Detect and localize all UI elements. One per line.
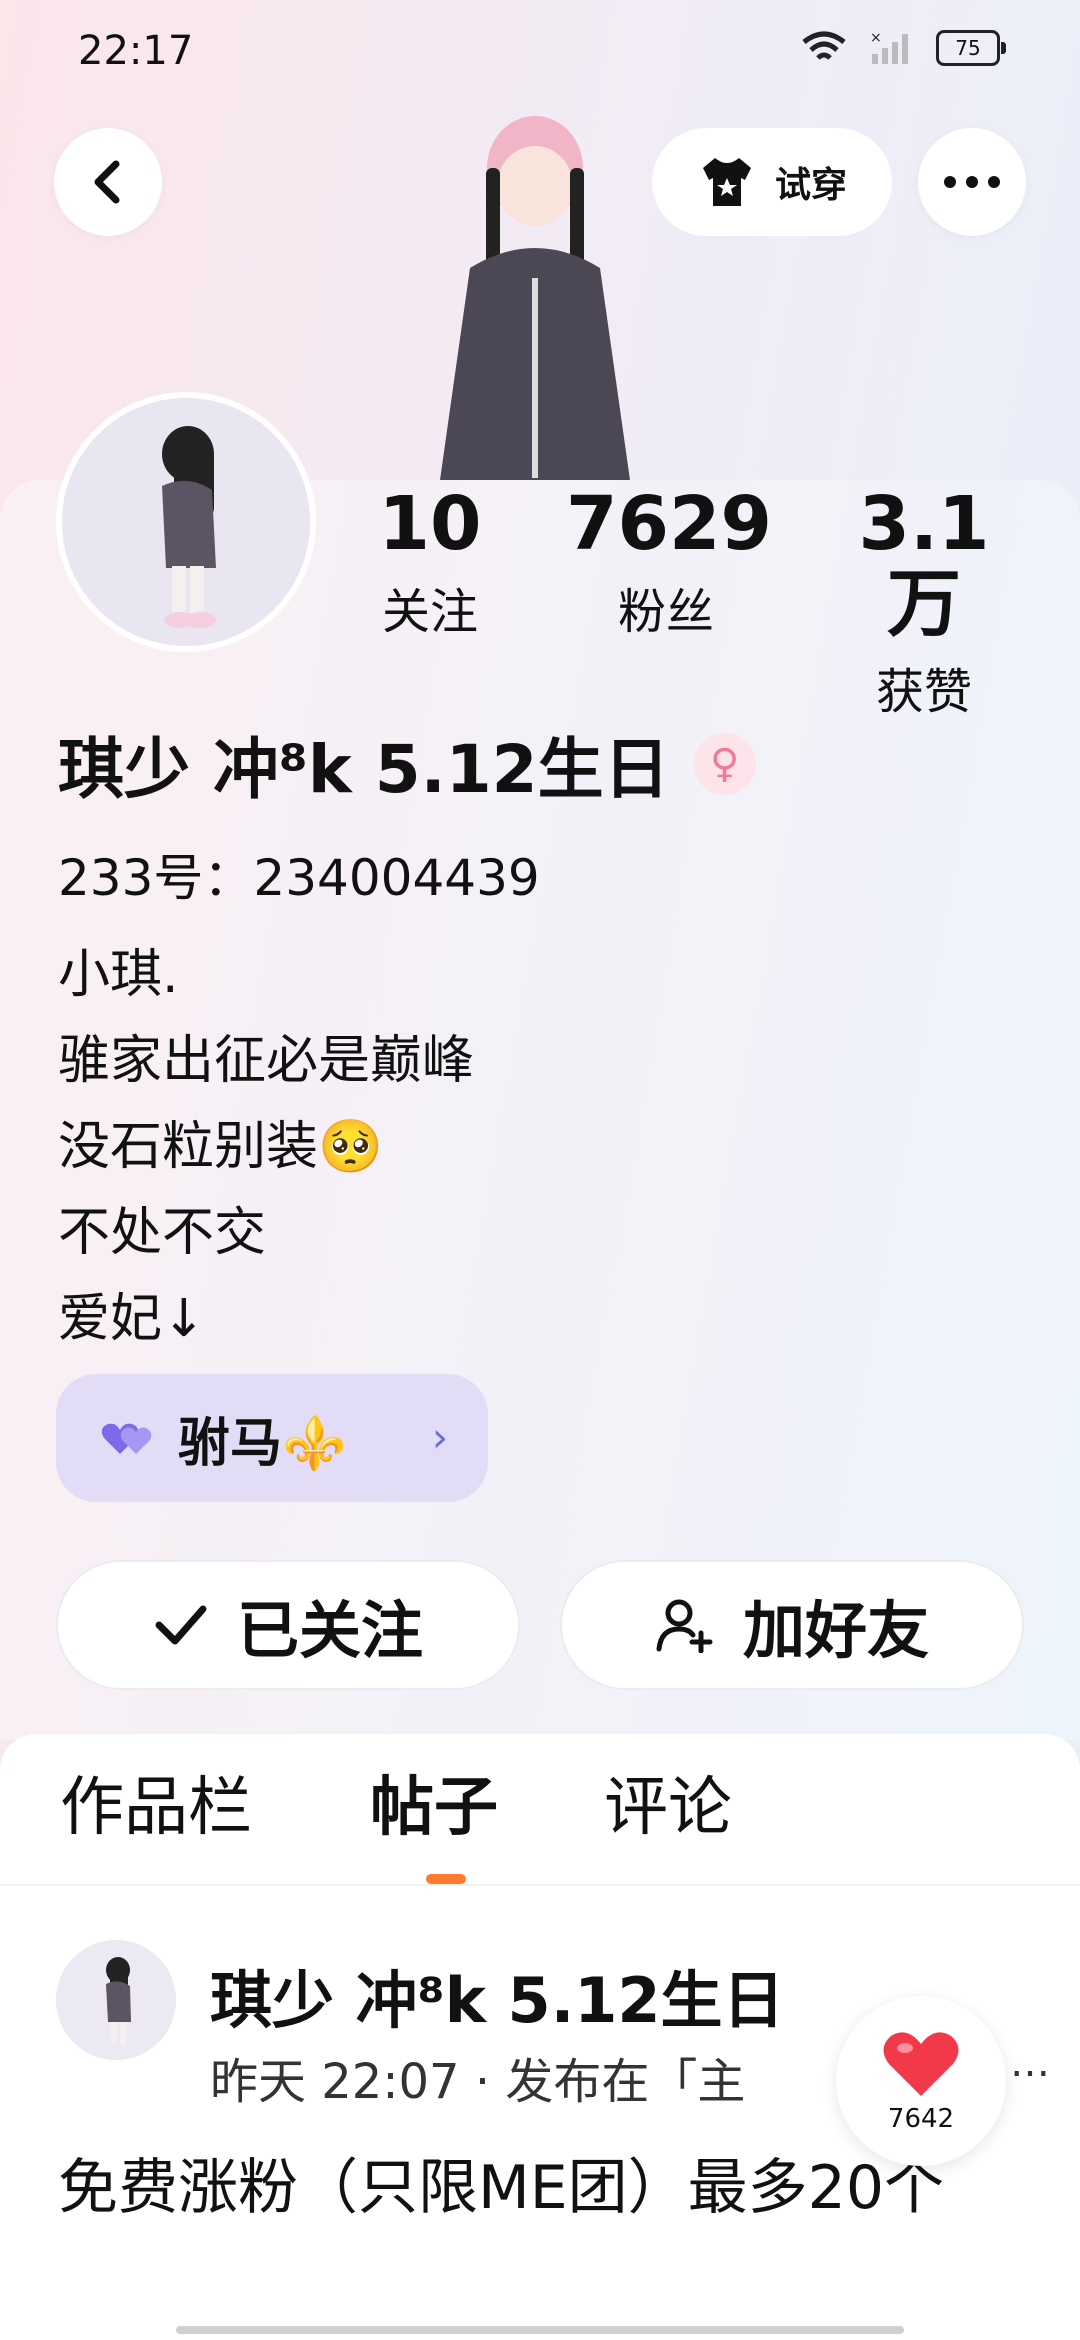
double-heart-icon [101,1423,152,1454]
post-meta: 昨天 22:07 · 发布在「主 [210,2054,746,2110]
bio-line: 小琪. [58,945,179,1005]
add-friend-button[interactable]: 加好友 [560,1560,1024,1690]
like-count: 7642 [887,2104,955,2134]
post-author-avatar[interactable] [56,1940,176,2060]
more-icon [944,176,1000,188]
chevron-right-icon: › [432,1415,448,1461]
stat-followers[interactable]: 7629 粉丝 [566,481,772,640]
signal-icon: × [870,30,908,64]
tabs-divider [0,1884,1080,1886]
following-label: 关注 [381,584,478,640]
add-friend-label: 加好友 [742,1594,929,1667]
avatar-image [62,398,310,646]
tab-indicator [426,1874,466,1884]
bio-line: 骓家出征必是巅峰 [58,1031,475,1091]
avatar-image [56,1940,176,2060]
profile-name-row: 琪少 冲⁸k 5.12生日 ♀ [58,716,756,812]
tshirt-icon [702,158,751,206]
wifi-icon [802,31,846,60]
like-button[interactable]: 7642 [836,1996,1006,2166]
post-more-button[interactable]: … [1010,2040,1050,2086]
svg-text:×: × [870,30,882,46]
likes-count: 3.1万 [858,481,990,647]
bio-line: 不处不交 [58,1203,267,1263]
female-icon: ♀ [693,733,756,795]
relationship-tag[interactable]: 驸马⚜️ › [56,1374,488,1502]
home-indicator [176,2326,904,2334]
followed-label: 已关注 [236,1594,423,1667]
user-id: 233号：234004439 [58,849,540,907]
bio-line: 爱妃↓ [58,1289,206,1349]
avatar-figure [440,116,630,480]
tab-works[interactable]: 作品栏 [60,1770,252,1846]
likes-label: 获赞 [875,664,972,720]
try-on-button[interactable]: 试穿 [652,128,892,236]
profile-avatar[interactable] [56,392,316,652]
tab-posts[interactable]: 帖子 [370,1770,498,1846]
followed-button[interactable]: 已关注 [56,1560,520,1690]
stat-likes[interactable]: 3.1万 获赞 [824,484,1024,720]
heart-icon [883,2032,959,2096]
tab-comments[interactable]: 评论 [604,1770,732,1846]
bio-line: 没石粒别装🥺 [58,1117,383,1177]
following-count: 10 [378,481,482,567]
profile-name: 琪少 冲⁸k 5.12生日 [58,731,670,808]
status-bar: 22:17 × 75 [0,0,1080,100]
check-icon [155,1605,207,1645]
followers-label: 粉丝 [617,584,714,640]
more-options-button[interactable] [918,128,1026,236]
followers-count: 7629 [566,481,772,567]
chevron-left-icon [94,160,120,204]
battery-level: 75 [955,36,981,60]
add-user-icon [656,1599,713,1653]
tag-label: 驸马⚜️ [178,1413,347,1474]
bio: 小琪. 骓家出征必是巅峰 没石粒别装🥺 不处不交 爱妃↓ [58,932,474,1362]
battery-icon: 75 [936,30,1006,66]
stat-following[interactable]: 10 关注 [330,484,530,640]
status-time: 22:17 [78,28,194,74]
back-button[interactable] [54,128,162,236]
try-on-label: 试穿 [774,165,847,206]
post-author-name[interactable]: 琪少 冲⁸k 5.12生日 [210,1950,785,2040]
status-icons: × 75 [800,30,1006,66]
